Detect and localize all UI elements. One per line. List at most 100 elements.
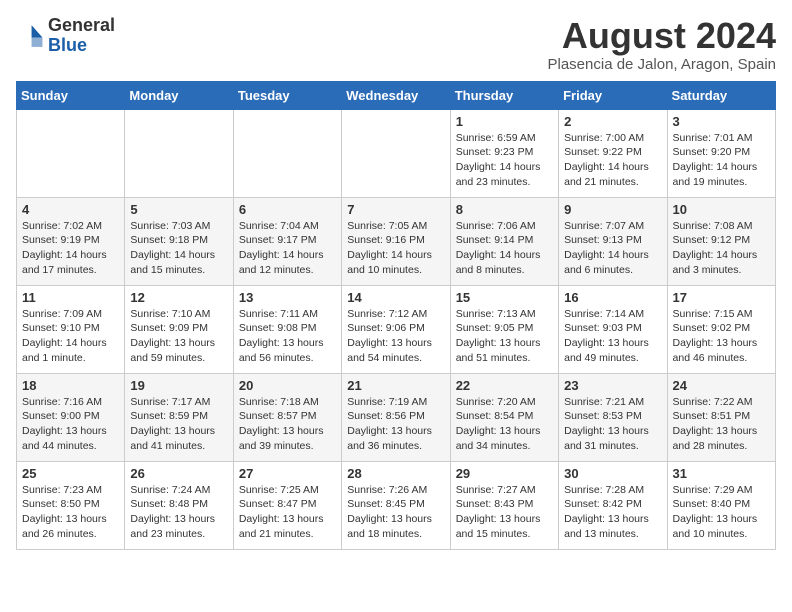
cell-content-line: Sunset: 9:22 PM [564,145,661,160]
cell-content-line: Daylight: 13 hours [347,424,444,439]
cell-content-line: Daylight: 13 hours [347,512,444,527]
cell-content-line: Sunrise: 7:15 AM [673,307,770,322]
cell-content-line: Daylight: 13 hours [130,336,227,351]
cell-content-line: Daylight: 14 hours [564,248,661,263]
cell-content-line: Sunset: 9:00 PM [22,409,119,424]
cell-content-line: Daylight: 14 hours [347,248,444,263]
cell-content-line: Sunset: 9:08 PM [239,321,336,336]
cell-content-line: Sunrise: 7:00 AM [564,131,661,146]
cell-content-line: Sunrise: 7:26 AM [347,483,444,498]
cell-content-line: Sunset: 9:19 PM [22,233,119,248]
cell-content-line: Sunset: 8:53 PM [564,409,661,424]
cell-content-line: Sunrise: 7:06 AM [456,219,553,234]
day-number: 20 [239,378,336,393]
cell-content-line: Sunset: 9:10 PM [22,321,119,336]
calendar-cell: 4Sunrise: 7:02 AMSunset: 9:19 PMDaylight… [17,197,125,285]
day-number: 11 [22,290,119,305]
calendar-cell: 19Sunrise: 7:17 AMSunset: 8:59 PMDayligh… [125,373,233,461]
cell-content-line: and 6 minutes. [564,263,661,278]
cell-content-line: Sunrise: 7:25 AM [239,483,336,498]
cell-content-line: and 49 minutes. [564,351,661,366]
calendar-cell: 26Sunrise: 7:24 AMSunset: 8:48 PMDayligh… [125,461,233,549]
cell-content-line: Daylight: 14 hours [239,248,336,263]
cell-content-line: Sunset: 9:12 PM [673,233,770,248]
cell-content-line: and 26 minutes. [22,527,119,542]
cell-content-line: Daylight: 13 hours [564,512,661,527]
day-number: 7 [347,202,444,217]
cell-content-line: and 36 minutes. [347,439,444,454]
calendar-cell: 27Sunrise: 7:25 AMSunset: 8:47 PMDayligh… [233,461,341,549]
cell-content-line: Sunrise: 7:24 AM [130,483,227,498]
cell-content-line: and 1 minute. [22,351,119,366]
cell-content-line: Sunset: 9:03 PM [564,321,661,336]
day-header-monday: Monday [125,81,233,109]
cell-content-line: Sunset: 9:20 PM [673,145,770,160]
calendar-cell: 13Sunrise: 7:11 AMSunset: 9:08 PMDayligh… [233,285,341,373]
week-row-5: 25Sunrise: 7:23 AMSunset: 8:50 PMDayligh… [17,461,776,549]
calendar-cell: 15Sunrise: 7:13 AMSunset: 9:05 PMDayligh… [450,285,558,373]
cell-content-line: Sunrise: 7:21 AM [564,395,661,410]
calendar-cell: 22Sunrise: 7:20 AMSunset: 8:54 PMDayligh… [450,373,558,461]
cell-content-line: Daylight: 14 hours [673,160,770,175]
cell-content-line: and 41 minutes. [130,439,227,454]
logo-text: General Blue [48,16,115,56]
day-number: 5 [130,202,227,217]
cell-content-line: Daylight: 14 hours [22,336,119,351]
day-number: 8 [456,202,553,217]
cell-content-line: and 19 minutes. [673,175,770,190]
cell-content-line: Daylight: 13 hours [673,424,770,439]
calendar-cell: 14Sunrise: 7:12 AMSunset: 9:06 PMDayligh… [342,285,450,373]
day-number: 9 [564,202,661,217]
cell-content-line: Sunrise: 7:13 AM [456,307,553,322]
cell-content-line: Sunset: 8:45 PM [347,497,444,512]
cell-content-line: and 12 minutes. [239,263,336,278]
cell-content-line: and 8 minutes. [456,263,553,278]
cell-content-line: Sunset: 8:47 PM [239,497,336,512]
cell-content-line: and 44 minutes. [22,439,119,454]
title-area: August 2024 Plasencia de Jalon, Aragon, … [548,16,777,73]
cell-content-line: and 13 minutes. [564,527,661,542]
day-number: 13 [239,290,336,305]
day-number: 28 [347,466,444,481]
week-row-3: 11Sunrise: 7:09 AMSunset: 9:10 PMDayligh… [17,285,776,373]
cell-content-line: and 15 minutes. [456,527,553,542]
calendar-cell: 23Sunrise: 7:21 AMSunset: 8:53 PMDayligh… [559,373,667,461]
calendar-title: August 2024 [548,16,777,56]
cell-content-line: Sunset: 8:42 PM [564,497,661,512]
day-number: 29 [456,466,553,481]
cell-content-line: Daylight: 13 hours [22,424,119,439]
cell-content-line: Sunset: 8:59 PM [130,409,227,424]
cell-content-line: and 28 minutes. [673,439,770,454]
calendar-cell: 30Sunrise: 7:28 AMSunset: 8:42 PMDayligh… [559,461,667,549]
logo-general: General [48,15,115,35]
day-number: 19 [130,378,227,393]
cell-content-line: Sunrise: 7:16 AM [22,395,119,410]
calendar-subtitle: Plasencia de Jalon, Aragon, Spain [548,56,777,73]
cell-content-line: Sunrise: 7:22 AM [673,395,770,410]
cell-content-line: Sunrise: 6:59 AM [456,131,553,146]
day-number: 16 [564,290,661,305]
calendar-cell: 10Sunrise: 7:08 AMSunset: 9:12 PMDayligh… [667,197,775,285]
logo-blue: Blue [48,35,87,55]
cell-content-line: Sunset: 8:48 PM [130,497,227,512]
calendar-cell: 9Sunrise: 7:07 AMSunset: 9:13 PMDaylight… [559,197,667,285]
day-number: 3 [673,114,770,129]
cell-content-line: Sunrise: 7:12 AM [347,307,444,322]
cell-content-line: Sunrise: 7:18 AM [239,395,336,410]
cell-content-line: Daylight: 13 hours [239,424,336,439]
cell-content-line: Sunrise: 7:27 AM [456,483,553,498]
calendar-cell: 2Sunrise: 7:00 AMSunset: 9:22 PMDaylight… [559,109,667,197]
cell-content-line: Sunset: 9:05 PM [456,321,553,336]
day-number: 15 [456,290,553,305]
cell-content-line: Daylight: 13 hours [456,512,553,527]
header: General Blue August 2024 Plasencia de Ja… [16,16,776,73]
calendar-cell: 7Sunrise: 7:05 AMSunset: 9:16 PMDaylight… [342,197,450,285]
cell-content-line: Daylight: 13 hours [347,336,444,351]
day-number: 17 [673,290,770,305]
calendar-cell: 25Sunrise: 7:23 AMSunset: 8:50 PMDayligh… [17,461,125,549]
day-number: 4 [22,202,119,217]
calendar-cell: 31Sunrise: 7:29 AMSunset: 8:40 PMDayligh… [667,461,775,549]
cell-content-line: Sunset: 9:23 PM [456,145,553,160]
calendar-cell: 3Sunrise: 7:01 AMSunset: 9:20 PMDaylight… [667,109,775,197]
cell-content-line: Sunset: 8:57 PM [239,409,336,424]
